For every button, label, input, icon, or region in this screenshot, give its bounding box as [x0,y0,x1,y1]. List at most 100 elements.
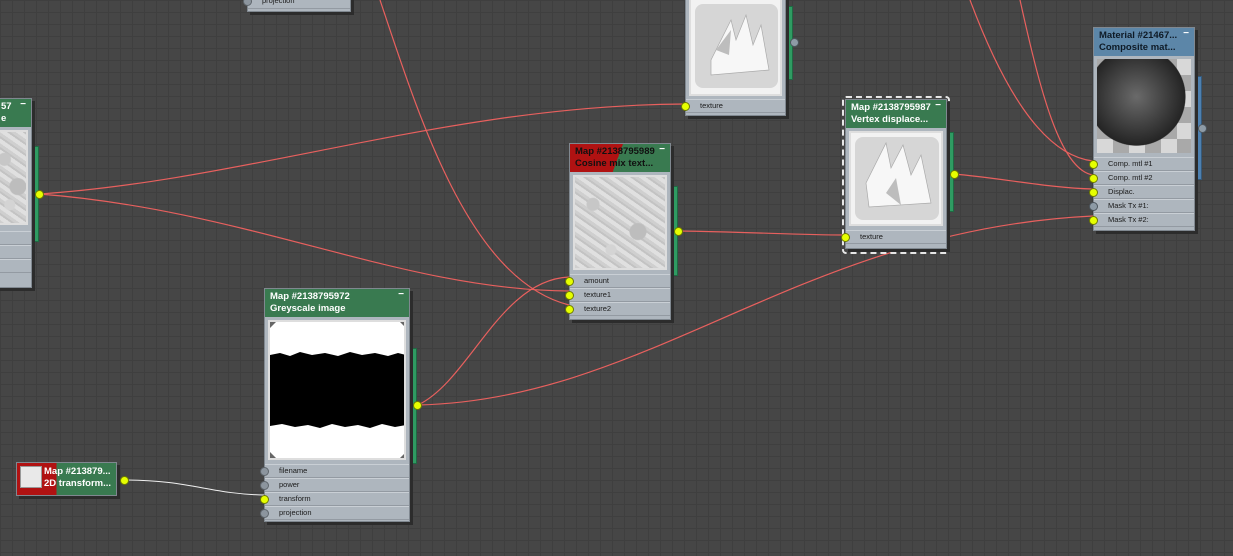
port-amount[interactable]: amount [565,274,670,288]
wire-cosine-to-vertex [677,230,846,236]
wire-top-to-comp1 [969,0,1094,162]
port-dot[interactable] [1089,174,1098,183]
collapse-icon[interactable]: − [20,99,26,111]
node-title: Map #2138795972 [270,291,350,302]
output-port-dot[interactable] [790,38,799,47]
node-left-partial[interactable]: 57 e − [0,98,32,288]
port-mask-tx-2[interactable]: Mask Tx #2: [1089,213,1194,227]
output-port-dot[interactable] [674,227,683,236]
node-title: Material #21467... [1099,30,1178,41]
port-mask-tx-1[interactable]: Mask Tx #1: [1089,199,1194,213]
port-row [0,245,31,259]
node-vertex-thumb-top[interactable]: texture [681,0,786,116]
node-2d-transform[interactable]: Map #213879... 2D transform... [16,462,117,496]
port-dot[interactable] [1089,216,1098,225]
port-label: Displac. [1108,187,1135,196]
port-comp-mtl-1[interactable]: Comp. mtl #1 [1089,157,1194,171]
port-texture[interactable]: texture [841,230,946,244]
port-texture2[interactable]: texture2 [565,302,670,316]
port-label: Comp. mtl #1 [1108,159,1153,168]
port-label: filename [279,466,308,475]
node-title: Map #213879... [44,466,111,477]
node-greyscale-image[interactable]: Map #2138795972 Greyscale image − filena… [260,288,410,522]
displacement-preview [695,4,778,88]
port-projection[interactable]: projection [260,506,409,520]
node-header[interactable]: Material #21467... Composite mat... − [1094,28,1194,56]
node-title: Map #2138795987 [851,102,931,113]
collapse-icon[interactable]: − [398,289,404,301]
node-top-left-partial[interactable]: projection [243,0,351,12]
port-dot[interactable] [1089,188,1098,197]
displacement-preview [855,137,939,220]
node-thumbnail [849,131,943,226]
port-dot[interactable] [681,102,690,111]
node-thumbnail [689,0,782,96]
node-title: 57 [1,101,12,112]
output-port-dot[interactable] [120,476,129,485]
wire-top-to-texture2 [379,0,570,306]
collapse-icon[interactable]: − [935,100,941,112]
port-row [0,259,31,273]
output-port-dot[interactable] [950,170,959,179]
node-subtitle: Composite mat... [1099,42,1176,53]
port-label: texture2 [584,304,612,313]
node-subtitle: e [1,113,7,124]
port-dot[interactable] [1089,202,1098,211]
port-filename[interactable]: filename [260,464,409,478]
node-composite-material[interactable]: Material #21467... Composite mat... − Co… [1089,27,1195,231]
collapse-icon[interactable]: − [659,144,665,156]
port-displac[interactable]: Displac. [1089,185,1194,199]
port-power[interactable]: power [260,478,409,492]
port-dot[interactable] [260,467,269,476]
port-dot[interactable] [260,509,269,518]
port-dot[interactable] [260,495,269,504]
port-texture1[interactable]: texture1 [565,288,670,302]
port-projection[interactable]: projection [243,0,350,9]
node-subtitle: 2D transform... [44,478,112,489]
port-label: Mask Tx #1: [1108,201,1149,210]
port-label: amount [584,276,610,285]
node-vertex-displace[interactable]: Map #2138795987 Vertex displace... − tex… [841,99,947,249]
port-row [0,231,31,245]
port-dot[interactable] [565,291,574,300]
port-transform[interactable]: transform [260,492,409,506]
node-title: Map #2138795989 [575,146,655,157]
node-header[interactable]: 57 e − [0,99,31,127]
port-dot[interactable] [841,233,850,242]
port-dot[interactable] [565,277,574,286]
greyscale-preview [270,322,404,458]
port-label: Mask Tx #2: [1108,215,1149,224]
port-label: projection [262,0,295,5]
port-dot[interactable] [1089,160,1098,169]
node-thumbnail [573,175,667,270]
port-label: transform [279,494,311,503]
transform-icon [20,466,42,488]
port-comp-mtl-2[interactable]: Comp. mtl #2 [1089,171,1194,185]
material-sphere-preview [1097,59,1191,153]
port-texture[interactable]: texture [681,99,785,113]
port-label: Comp. mtl #2 [1108,173,1153,182]
wire-vertex-to-displac [953,173,1094,190]
port-label: projection [279,508,312,517]
node-header[interactable]: Map #2138795989 Cosine mix text... − [570,144,670,172]
node-subtitle: Vertex displace... [851,114,929,125]
output-port-dot[interactable] [1198,124,1207,133]
node-subtitle: Cosine mix text... [575,158,654,169]
node-header[interactable]: Map #2138795987 Vertex displace... − [846,100,946,128]
wire-top-to-comp2 [1019,0,1094,176]
port-label: texture [860,232,883,241]
port-dot[interactable] [565,305,574,314]
node-cosine-mix[interactable]: Map #2138795989 Cosine mix text... − amo… [565,143,671,320]
output-port-dot[interactable] [35,190,44,199]
node-header[interactable]: Map #2138795972 Greyscale image − [265,289,409,317]
wire-transform [123,479,265,496]
output-port-dot[interactable] [413,401,422,410]
port-label: texture1 [584,290,612,299]
collapse-icon[interactable]: − [1183,28,1189,40]
node-header[interactable]: Map #213879... 2D transform... [17,463,116,495]
wire-grey-to-mask2 [417,215,1094,406]
node-thumbnail [268,320,406,460]
node-thumbnail [0,130,28,225]
port-dot[interactable] [260,481,269,490]
port-dot[interactable] [243,0,252,6]
